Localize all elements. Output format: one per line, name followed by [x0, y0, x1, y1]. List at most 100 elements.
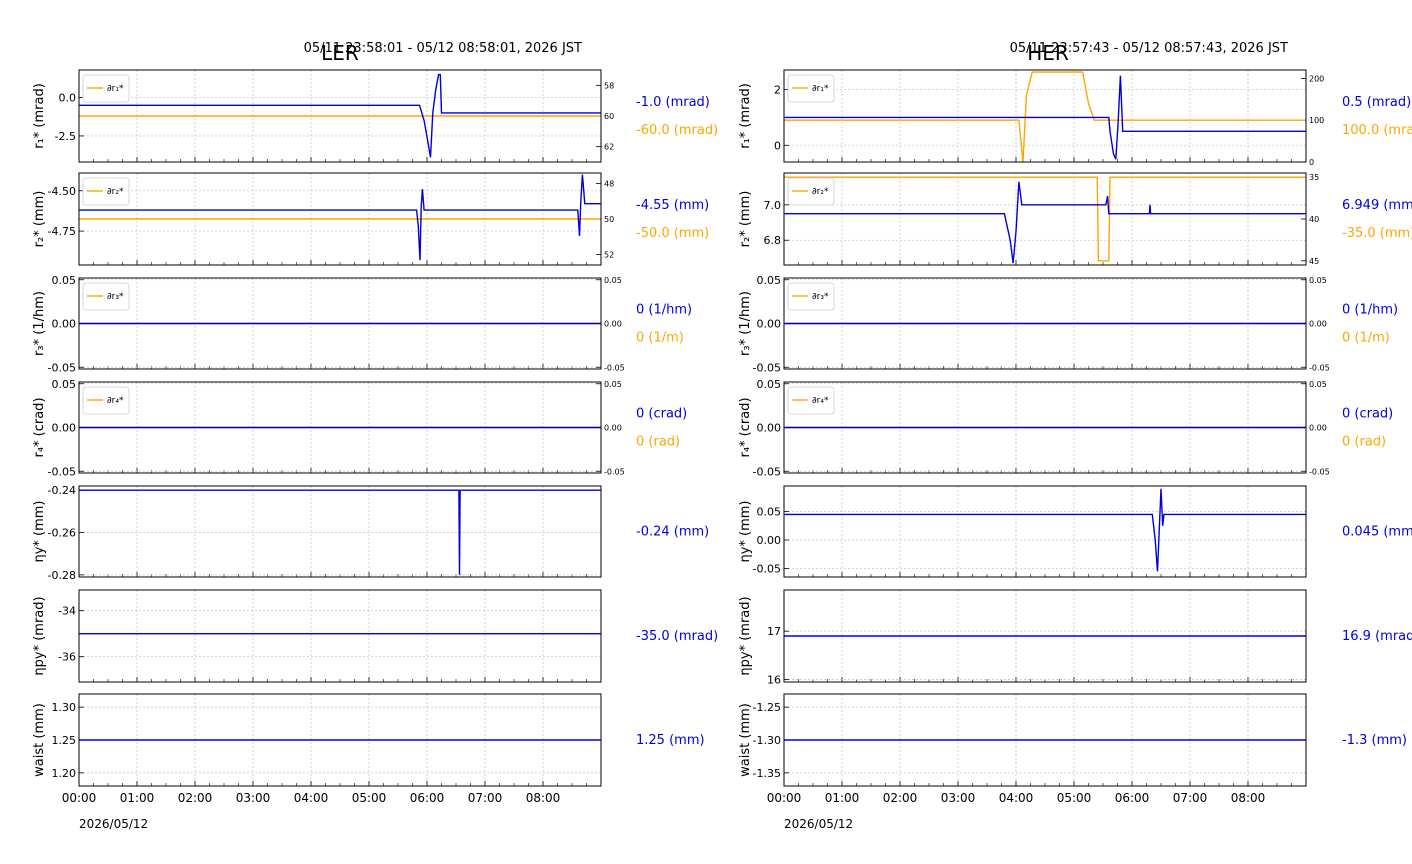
legend: ∂r₄* [787, 386, 835, 415]
legend: ∂r₂* [82, 177, 130, 206]
y-axis-label: ηpy* (mrad) [32, 596, 47, 675]
y-axis-label: ηy* (mm) [738, 500, 753, 562]
y2-tick-label: 0.05 [1309, 380, 1327, 389]
panel-2: 7.0 6.8 35 40 45 ∂r₂* r₂* (mm) 6.949 (mm) -35.0 … [738, 172, 1412, 266]
y2-tick-label: 100 [1309, 116, 1324, 125]
x-tick-label: 07:00 [468, 791, 503, 805]
date-label: 2026/05/12 [79, 817, 148, 831]
x-tick-label: 02:00 [178, 791, 213, 805]
y-tick-label: 0.00 [757, 318, 782, 331]
panel-5: 0.05 0.00 -0.05ηy* (mm) 0.045 (mm) [738, 485, 1412, 578]
x-tick-label: 02:00 [883, 791, 918, 805]
value-secondary: 0 (1/m) [1342, 331, 1390, 346]
y-axis-label: r₁* (mrad) [32, 83, 47, 149]
y-tick-label: 1.30 [52, 701, 77, 714]
x-tick-label: 06:00 [410, 791, 445, 805]
x-tick-label: 05:00 [352, 791, 387, 805]
y2-tick-label: 58 [604, 81, 614, 90]
value-secondary: -50.0 (mm) [636, 226, 709, 241]
y-axis-label: r₄* (crad) [32, 397, 47, 457]
y-tick-label: 0.0 [59, 92, 77, 105]
value-primary: -1.0 (mrad) [636, 95, 710, 110]
chart-her: HER05/11 23:57:43 - 05/12 08:57:43, 2026… [738, 41, 1412, 831]
y2-tick-label: 52 [604, 250, 614, 259]
y-tick-label: -34 [58, 605, 76, 618]
y-tick-label: -0.05 [48, 361, 76, 374]
y2-tick-label: 200 [1309, 74, 1324, 83]
y-axis-label: r₃* (1/hm) [32, 291, 47, 356]
date-label: 2026/05/12 [784, 817, 853, 831]
y-tick-label: 0.00 [52, 422, 77, 435]
y-tick-label: 0.00 [757, 534, 782, 547]
value-secondary: 100.0 (mrad) [1342, 123, 1412, 138]
value-primary: 0 (1/hm) [1342, 303, 1398, 318]
value-primary: 0.5 (mrad) [1342, 95, 1411, 110]
y2-tick-label: 0.00 [1309, 424, 1327, 433]
value-secondary: -60.0 (mrad) [636, 123, 718, 138]
y-tick-label: -2.5 [55, 130, 76, 143]
y2-tick-label: 45 [1309, 257, 1319, 266]
y-axis-label: r₂* (mm) [32, 191, 47, 248]
y2-tick-label: 0.00 [1309, 320, 1327, 329]
x-tick-label: 00:00 [62, 791, 97, 805]
y-tick-label: -0.05 [753, 361, 781, 374]
y-axis-label: waist (mm) [32, 703, 47, 777]
y2-tick-label: 35 [1309, 173, 1319, 182]
y2-tick-label: 62 [604, 143, 614, 152]
legend-label: ∂r₁* [107, 84, 124, 94]
panel-5: -0.24 -0.26 -0.28ηy* (mm) -0.24 (mm) [32, 484, 709, 582]
y-tick-label: -0.24 [48, 484, 76, 497]
legend: ∂r₃* [82, 282, 130, 311]
y-axis-label: ηy* (mm) [32, 500, 47, 562]
value-primary: 6.949 (mm) [1342, 198, 1412, 213]
y-tick-label: 0.05 [52, 378, 77, 391]
y-tick-label: 0.05 [52, 274, 77, 287]
panel-3: 0.05 0.00 -0.05 0.05 0.00 -0.05 ∂r₃* r₃* (1/hm)… [32, 274, 692, 375]
y-tick-label: 1.20 [52, 767, 77, 780]
legend: ∂r₁* [787, 74, 835, 103]
y2-tick-label: -0.05 [604, 363, 625, 372]
legend-label: ∂r₃* [812, 292, 829, 302]
legend-label: ∂r₄* [107, 396, 124, 406]
time-range: 05/11 23:57:43 - 05/12 08:57:43, 2026 JS… [1010, 41, 1288, 56]
y-tick-label: -0.28 [48, 569, 76, 582]
value-primary: 0 (1/hm) [636, 303, 692, 318]
x-tick-label: 04:00 [294, 791, 329, 805]
panel-2: -4.50 -4.75 48 50 52 ∂r₂* r₂* (mm) -4.55 (mm) -5… [32, 172, 709, 266]
value-primary: -0.24 (mm) [636, 525, 709, 540]
x-tick-label: 08:00 [526, 791, 561, 805]
x-tick-label: 07:00 [1173, 791, 1208, 805]
panel-3: 0.05 0.00 -0.05 0.05 0.00 -0.05 ∂r₃* r₃* (1/hm)… [738, 274, 1398, 375]
x-tick-label: 03:00 [941, 791, 976, 805]
series-primary [784, 181, 1306, 264]
y-tick-label: 0.05 [757, 274, 782, 287]
y2-tick-label: -0.05 [1309, 363, 1330, 372]
legend: ∂r₃* [787, 282, 835, 311]
plot-frame [783, 69, 1307, 163]
series-primary [784, 488, 1306, 572]
x-tick-label: 05:00 [1057, 791, 1092, 805]
legend-label: ∂r₂* [812, 187, 829, 197]
value-secondary: 0 (rad) [1342, 435, 1386, 450]
y-tick-label: 7.0 [764, 199, 782, 212]
y-tick-label: 6.8 [764, 234, 782, 247]
y2-tick-label: 0.05 [1309, 276, 1327, 285]
series-primary [784, 75, 1306, 160]
y2-tick-label: 0.05 [604, 276, 622, 285]
plot-frame [78, 589, 602, 683]
series-secondary [784, 176, 1306, 262]
value-primary: -35.0 (mrad) [636, 629, 718, 644]
value-secondary: 0 (rad) [636, 435, 680, 450]
y-tick-label: 0 [774, 139, 781, 152]
value-primary: -4.55 (mm) [636, 198, 709, 213]
legend-label: ∂r₃* [107, 292, 124, 302]
y-tick-label: 0.00 [757, 422, 782, 435]
panel-7: 1.30 1.25 1.20 waist (mm) 1.25 (mm) [32, 693, 705, 787]
legend: ∂r₁* [82, 74, 130, 103]
value-primary: 0 (crad) [1342, 407, 1393, 422]
y-axis-label: r₂* (mm) [738, 191, 753, 248]
y2-tick-label: 0 [1309, 158, 1314, 167]
y2-tick-label: 0.00 [604, 320, 622, 329]
y-tick-label: -0.05 [753, 465, 781, 478]
y2-tick-label: 0.00 [604, 424, 622, 433]
